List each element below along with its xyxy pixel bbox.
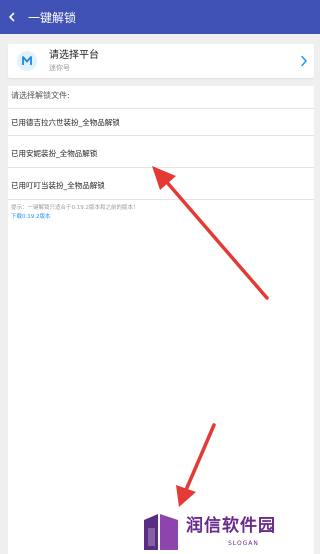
back-arrow-icon bbox=[9, 12, 15, 22]
download-link[interactable]: 下载0.19.2版本 bbox=[11, 213, 51, 221]
version-hint: 提示：一键解锁只适合于0.19.2版本和之前的版本！ bbox=[11, 205, 139, 211]
platform-subtitle: 迷你号 bbox=[49, 64, 70, 72]
page-title: 一键解锁 bbox=[28, 10, 77, 25]
file-item-dingdangdang[interactable]: 已用叮叮当装扮_全物品解锁 bbox=[8, 172, 314, 200]
app-logo-icon bbox=[17, 51, 37, 71]
watermark-brand: 润信软件园 bbox=[186, 516, 276, 536]
watermark: 润信软件园 SLOGAN bbox=[140, 507, 320, 554]
app-bar: 一键解锁 bbox=[0, 0, 320, 34]
file-item-label: 已用德吉拉六世装扮_全物品解锁 bbox=[11, 117, 120, 127]
watermark-logo-icon bbox=[144, 514, 178, 550]
back-button[interactable] bbox=[0, 0, 24, 34]
file-item-dejila[interactable]: 已用德吉拉六世装扮_全物品解锁 bbox=[8, 108, 314, 136]
watermark-slogan: SLOGAN bbox=[228, 540, 259, 547]
section-label: 请选择解锁文件: bbox=[11, 91, 70, 100]
platform-selector[interactable]: 请选择平台 迷你号 bbox=[8, 44, 314, 78]
platform-title: 请选择平台 bbox=[49, 50, 99, 61]
file-item-label: 已用安妮装扮_全物品解锁 bbox=[11, 149, 98, 158]
file-item-label: 已用叮叮当装扮_全物品解锁 bbox=[11, 181, 105, 190]
files-panel: 请选择解锁文件: 已用德吉拉六世装扮_全物品解锁 已用安妮装扮_全物品解锁 已用… bbox=[8, 86, 314, 554]
file-item-anni[interactable]: 已用安妮装扮_全物品解锁 bbox=[8, 140, 314, 168]
chevron-right-icon bbox=[294, 55, 314, 67]
